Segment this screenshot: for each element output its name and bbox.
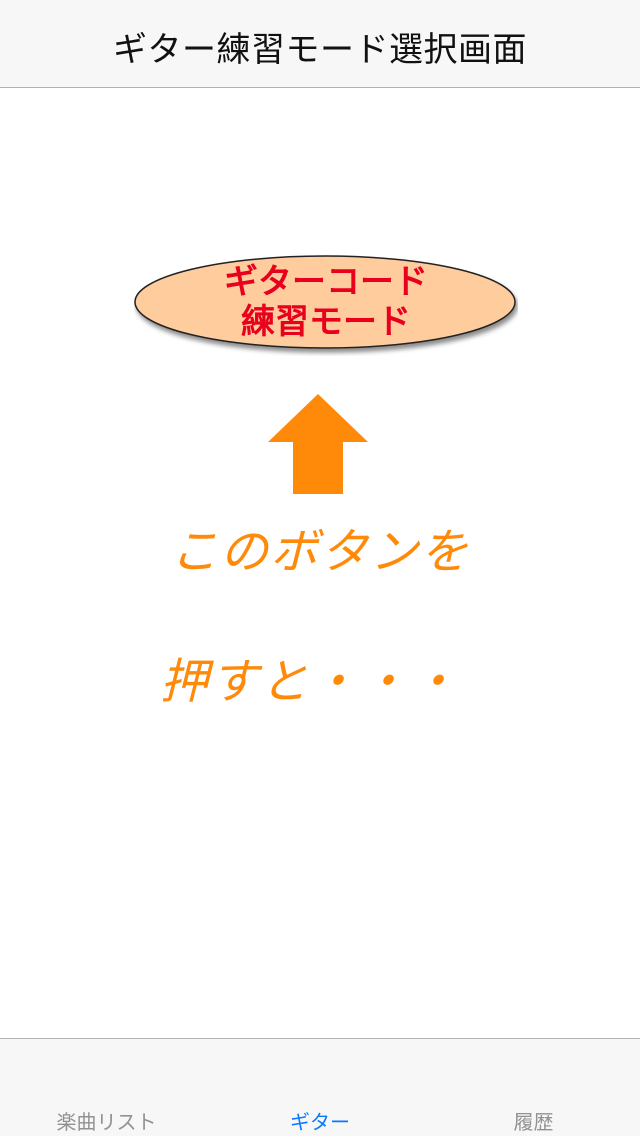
app-screen: ギター練習モード選択画面 ギターコード 練習モード このボタンを 押すと・・・ … bbox=[0, 0, 640, 1136]
main-content: ギターコード 練習モード このボタンを 押すと・・・ bbox=[0, 88, 640, 1038]
arrow-up-icon bbox=[268, 394, 368, 494]
guitar-chord-practice-mode-button[interactable]: ギターコード 練習モード bbox=[134, 254, 518, 356]
hint-text-line1: このボタンを bbox=[169, 524, 470, 580]
tab-bar: 楽曲リスト ギター 履歴 bbox=[0, 1038, 640, 1136]
tab-guitar-label: ギター bbox=[290, 1110, 350, 1134]
mode-button-label-line1: ギターコード bbox=[224, 262, 428, 302]
mode-button-label-line2: 練習モード bbox=[241, 302, 411, 342]
hint-text-line2: 押すと・・・ bbox=[159, 654, 460, 710]
page-title: ギター練習モード選択画面 bbox=[113, 30, 527, 70]
tab-song-list[interactable]: 楽曲リスト bbox=[0, 1039, 213, 1136]
mode-button-label: ギターコード 練習モード bbox=[134, 262, 518, 342]
navigation-bar: ギター練習モード選択画面 bbox=[0, 0, 640, 88]
tab-song-list-label: 楽曲リスト bbox=[56, 1110, 157, 1134]
tab-history[interactable]: 履歴 bbox=[427, 1039, 640, 1136]
tab-guitar[interactable]: ギター bbox=[213, 1039, 427, 1136]
tab-history-label: 履歴 bbox=[513, 1110, 554, 1134]
